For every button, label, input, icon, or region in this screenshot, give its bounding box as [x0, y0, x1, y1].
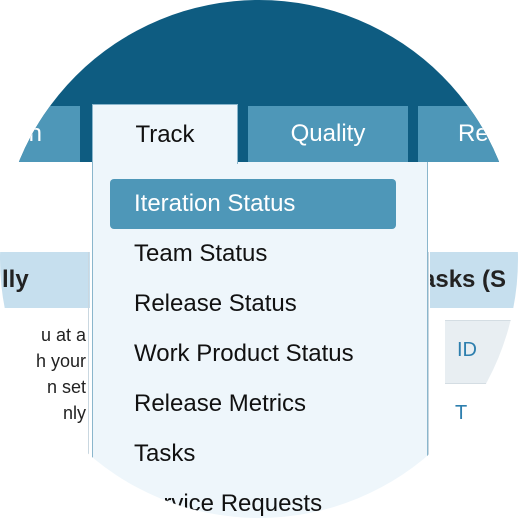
right-panel-title: asks (S — [430, 266, 507, 293]
left-panel-line: h your — [35, 351, 86, 371]
left-panel-line: u at a — [40, 325, 86, 345]
menu-item-team-status[interactable]: Team Status — [110, 229, 396, 279]
tab-quality-label: Quality — [290, 120, 366, 147]
tab-next-label: Re — [458, 120, 489, 147]
menu-item-label: Team Status — [134, 240, 268, 267]
menu-item-tasks[interactable]: Tasks — [110, 429, 396, 479]
table-column-header-id[interactable]: ID — [445, 320, 518, 384]
menu-item-iteration-status[interactable]: Iteration Status — [110, 179, 396, 229]
menu-item-release-status[interactable]: Release Status — [110, 279, 396, 329]
tab-quality[interactable]: Quality — [248, 106, 408, 162]
menu-item-label: Iteration Status — [134, 190, 296, 217]
tab-track[interactable]: Track — [92, 104, 238, 164]
left-panel-line: n set — [46, 377, 86, 397]
tab-previous[interactable]: n — [0, 106, 80, 162]
menu-item-label: Tasks — [134, 440, 196, 467]
menu-item-label: Work Product Status — [134, 340, 354, 367]
tab-previous-label: n — [28, 120, 42, 147]
menu-item-label: Release Status — [134, 290, 297, 317]
panel-divider — [88, 252, 89, 518]
tab-next[interactable]: Re — [418, 106, 518, 162]
table-cell-link[interactable]: T — [455, 402, 467, 425]
track-dropdown-menu: Iteration Status Team Status Release Sta… — [92, 162, 428, 518]
menu-item-work-product-status[interactable]: Work Product Status — [110, 329, 396, 379]
left-panel-header: lly — [0, 252, 90, 308]
left-panel-title: lly — [2, 266, 29, 293]
tab-track-label: Track — [135, 120, 195, 148]
magnified-view: n Track Quality Re lly u at a h your n s… — [0, 0, 518, 518]
left-panel-text: u at a h your n set nly — [0, 322, 86, 426]
right-panel-header: asks (S — [430, 252, 518, 308]
menu-item-label: Service Requests — [134, 490, 323, 517]
column-id-label: ID — [457, 339, 477, 361]
menu-item-label: Release Metrics — [134, 390, 307, 417]
menu-item-release-metrics[interactable]: Release Metrics — [110, 379, 396, 429]
menu-item-service-requests[interactable]: Service Requests — [110, 479, 396, 518]
left-panel-line: nly — [62, 403, 86, 423]
panel-divider — [428, 252, 429, 518]
